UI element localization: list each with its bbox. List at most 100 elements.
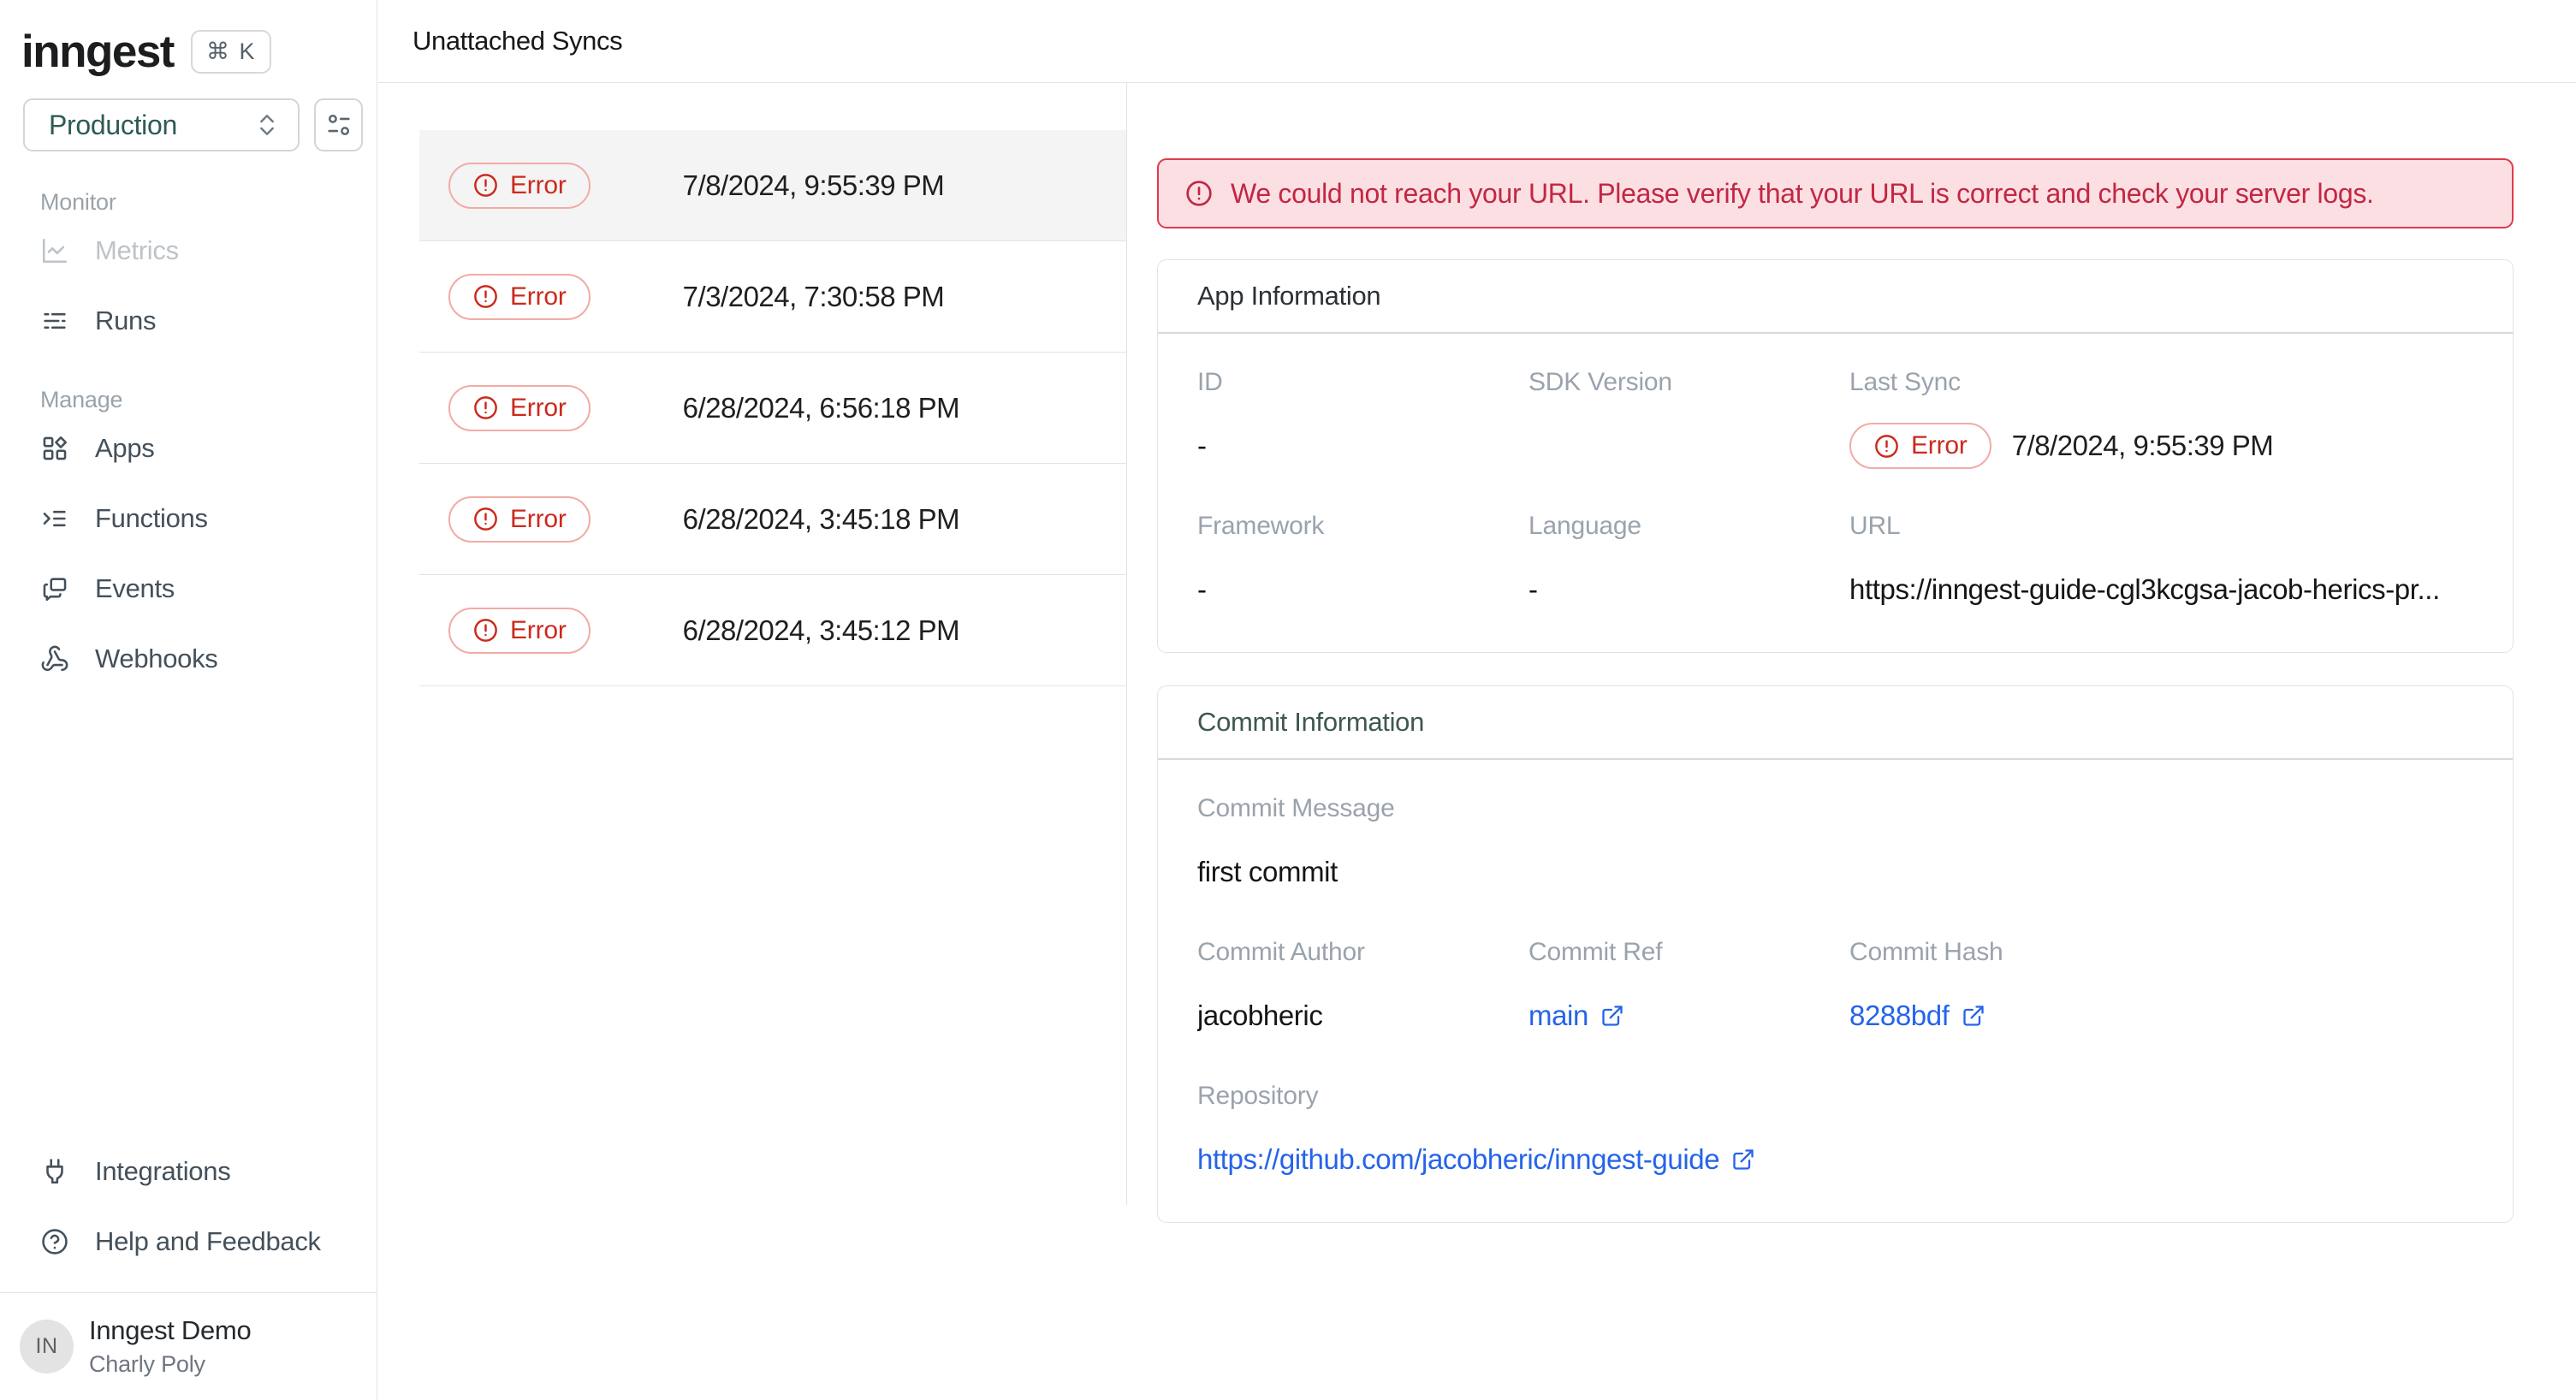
line-chart-icon [40,236,69,265]
sidebar-footer: Integrations Help and Feedback IN Innges… [0,1131,377,1400]
repository-link[interactable]: https://github.com/jacobheric/inngest-gu… [1197,1143,1755,1176]
user-org: Inngest Demo [89,1315,251,1346]
alert-circle-icon [472,172,499,199]
field-value-url: https://inngest-guide-cgl3kcgsa-jacob-he… [1849,567,2473,613]
error-status-badge: Error [448,163,591,209]
topbar: Unattached Syncs [377,0,2576,83]
commit-hash-link[interactable]: 8288bdf [1849,1000,1985,1032]
sidebar-item-functions[interactable]: Functions [0,483,377,554]
field-value-id: - [1197,423,1528,469]
alert-circle-icon [1873,433,1900,460]
card-title: App Information [1197,281,1380,311]
plug-icon [40,1157,69,1186]
panel-separator [1126,83,1127,1205]
alert-circle-icon [472,394,499,421]
avatar: IN [20,1320,74,1373]
runs-list-icon [40,306,69,335]
sidebar-item-label: Functions [95,503,208,534]
sidebar-item-help[interactable]: Help and Feedback [0,1207,377,1277]
field-value-commit-ref: main [1528,993,1849,1039]
sync-list-item[interactable]: Error 7/3/2024, 7:30:58 PM [419,241,1126,353]
logo-row: inngest ⌘ K [0,0,377,78]
sync-list-item[interactable]: Error 7/8/2024, 9:55:39 PM [419,130,1126,241]
field-value-commit-message: first commit [1197,849,2473,895]
badge-label: Error [1911,431,1968,460]
badge-label: Error [510,616,567,645]
sync-timestamp: 7/8/2024, 9:55:39 PM [683,169,945,202]
sidebar-item-label: Apps [95,433,154,464]
sync-list: Error 7/8/2024, 9:55:39 PM Error 7/3/202… [419,130,1126,686]
field-value-framework: - [1197,567,1528,613]
environment-settings-button[interactable] [314,98,363,151]
external-link-icon [1600,1004,1624,1028]
sync-timestamp: 6/28/2024, 3:45:18 PM [683,503,959,536]
field-value-last-sync: Error 7/8/2024, 9:55:39 PM [1849,423,2473,469]
field-label-sdk-version: SDK Version [1528,368,1849,397]
environment-select-value: Production [49,110,253,141]
badge-label: Error [510,394,567,423]
app-information-card: App Information ID SDK Version Last Sync… [1157,259,2514,653]
sidebar-item-runs[interactable]: Runs [0,286,377,356]
section-label-manage: Manage [40,387,377,413]
commit-information-card: Commit Information Commit Message first … [1157,685,2514,1223]
section-label-monitor: Monitor [40,189,377,216]
field-label-repository: Repository [1197,1082,2473,1111]
sidebar-item-events[interactable]: Events [0,554,377,624]
sidebar-item-label: Webhooks [95,644,218,674]
field-label-commit-hash: Commit Hash [1849,938,2473,967]
sidebar-item-label: Metrics [95,235,179,266]
sidebar-item-webhooks[interactable]: Webhooks [0,624,377,694]
error-status-badge: Error [448,496,591,543]
page-title: Unattached Syncs [413,26,622,56]
field-label-commit-ref: Commit Ref [1528,938,1849,967]
sidebar-item-label: Events [95,573,175,604]
field-label-language: Language [1528,512,1849,541]
sidebar-item-apps[interactable]: Apps [0,413,377,483]
field-label-id: ID [1197,368,1528,397]
alert-circle-icon [472,283,499,310]
external-link-icon [1962,1004,1985,1028]
error-status-badge: Error [1849,423,1991,469]
error-banner-text: We could not reach your URL. Please veri… [1231,178,2374,210]
help-circle-icon [40,1227,69,1256]
commit-ref-text: main [1528,1000,1588,1032]
sidebar: inngest ⌘ K Production Monitor Metrics R… [0,0,377,1400]
command-k-shortcut[interactable]: ⌘ K [191,30,272,74]
sidebar-item-metrics[interactable]: Metrics [0,216,377,286]
commit-ref-link[interactable]: main [1528,1000,1624,1032]
alert-circle-icon [472,506,499,532]
card-header: App Information [1158,260,2513,334]
sync-list-item[interactable]: Error 6/28/2024, 6:56:18 PM [419,353,1126,464]
sync-timestamp: 7/3/2024, 7:30:58 PM [683,281,945,313]
functions-prompt-icon [40,504,69,533]
card-header: Commit Information [1158,686,2513,760]
sidebar-item-integrations[interactable]: Integrations [0,1136,377,1207]
card-title: Commit Information [1197,707,1424,738]
app-root: inngest ⌘ K Production Monitor Metrics R… [0,0,2576,1400]
field-value-sdk-version [1528,423,1849,469]
field-label-url: URL [1849,512,2473,541]
inngest-logo: inngest [21,26,174,78]
field-value-language: - [1528,567,1849,613]
error-status-badge: Error [448,608,591,654]
error-status-badge: Error [448,385,591,431]
field-value-commit-hash: 8288bdf [1849,993,2473,1039]
badge-label: Error [510,282,567,311]
field-label-commit-author: Commit Author [1197,938,1528,967]
sync-timestamp: 6/28/2024, 6:56:18 PM [683,392,959,424]
environment-select[interactable]: Production [23,98,300,151]
user-name: Charly Poly [89,1351,251,1378]
sync-list-item[interactable]: Error 6/28/2024, 3:45:12 PM [419,575,1126,686]
sync-detail-panel: We could not reach your URL. Please veri… [1157,158,2514,1223]
sync-list-item[interactable]: Error 6/28/2024, 3:45:18 PM [419,464,1126,575]
user-menu[interactable]: IN Inngest Demo Charly Poly [0,1293,377,1400]
apps-grid-icon [40,434,69,463]
sidebar-item-label: Integrations [95,1156,230,1187]
webhook-icon [40,644,69,673]
commit-hash-text: 8288bdf [1849,1000,1950,1032]
field-label-last-sync: Last Sync [1849,368,2473,397]
alert-circle-icon [472,617,499,644]
sync-timestamp: 6/28/2024, 3:45:12 PM [683,614,959,647]
field-label-framework: Framework [1197,512,1528,541]
badge-label: Error [510,505,567,534]
